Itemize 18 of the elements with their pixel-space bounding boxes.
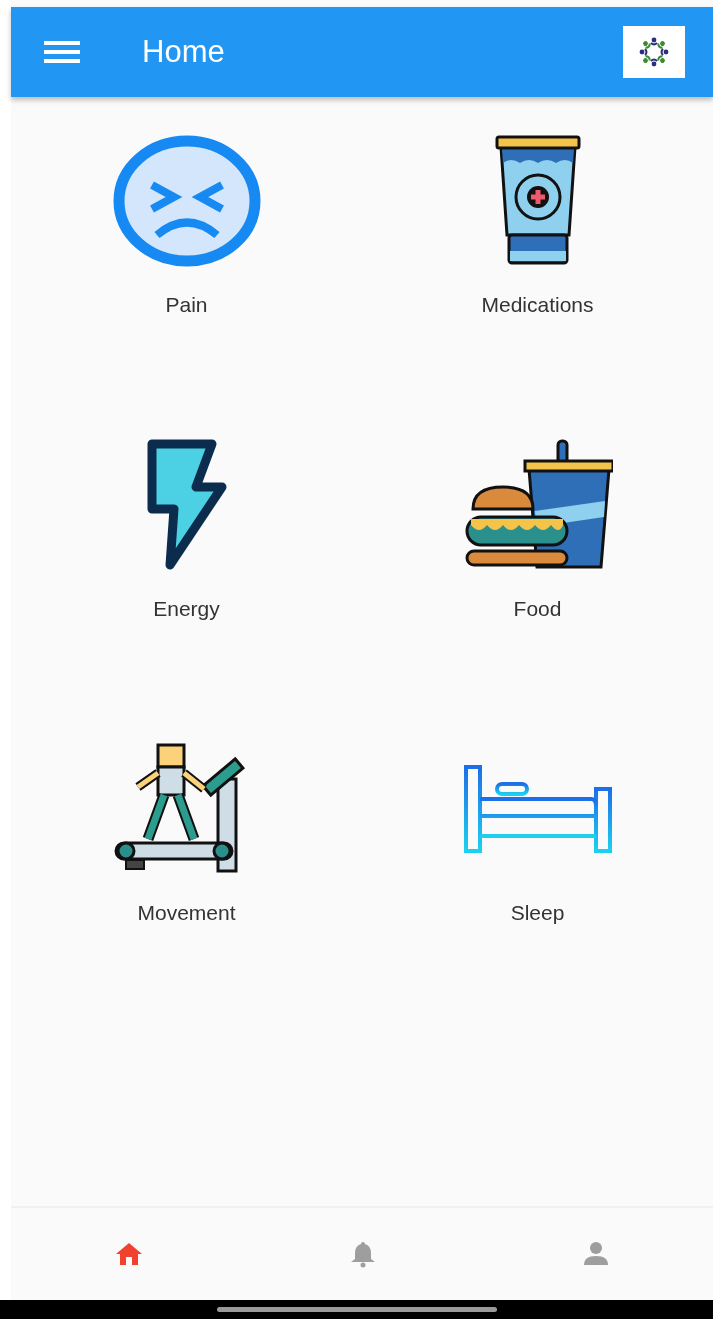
menu-icon [44,40,80,64]
category-tile[interactable]: Energy [11,401,362,705]
ring-of-people-icon [639,37,669,67]
home-icon [114,1242,143,1266]
logo-button[interactable] [623,26,685,78]
category-tile[interactable]: Pain [11,97,362,401]
category-tile[interactable]: Medications [362,97,713,401]
category-tile[interactable]: Movement [11,705,362,1009]
bell-icon [350,1240,376,1268]
menu-button[interactable] [44,40,80,64]
pained-face-icon [111,135,262,267]
person-icon [583,1242,610,1266]
category-tile[interactable]: Food [362,401,713,705]
bed-icon [462,764,613,854]
lightning-bolt-icon [145,439,228,571]
category-tile[interactable]: Sleep [362,705,713,1009]
app-bar-title: Home [142,34,226,70]
medicine-tube-icon [494,135,581,267]
